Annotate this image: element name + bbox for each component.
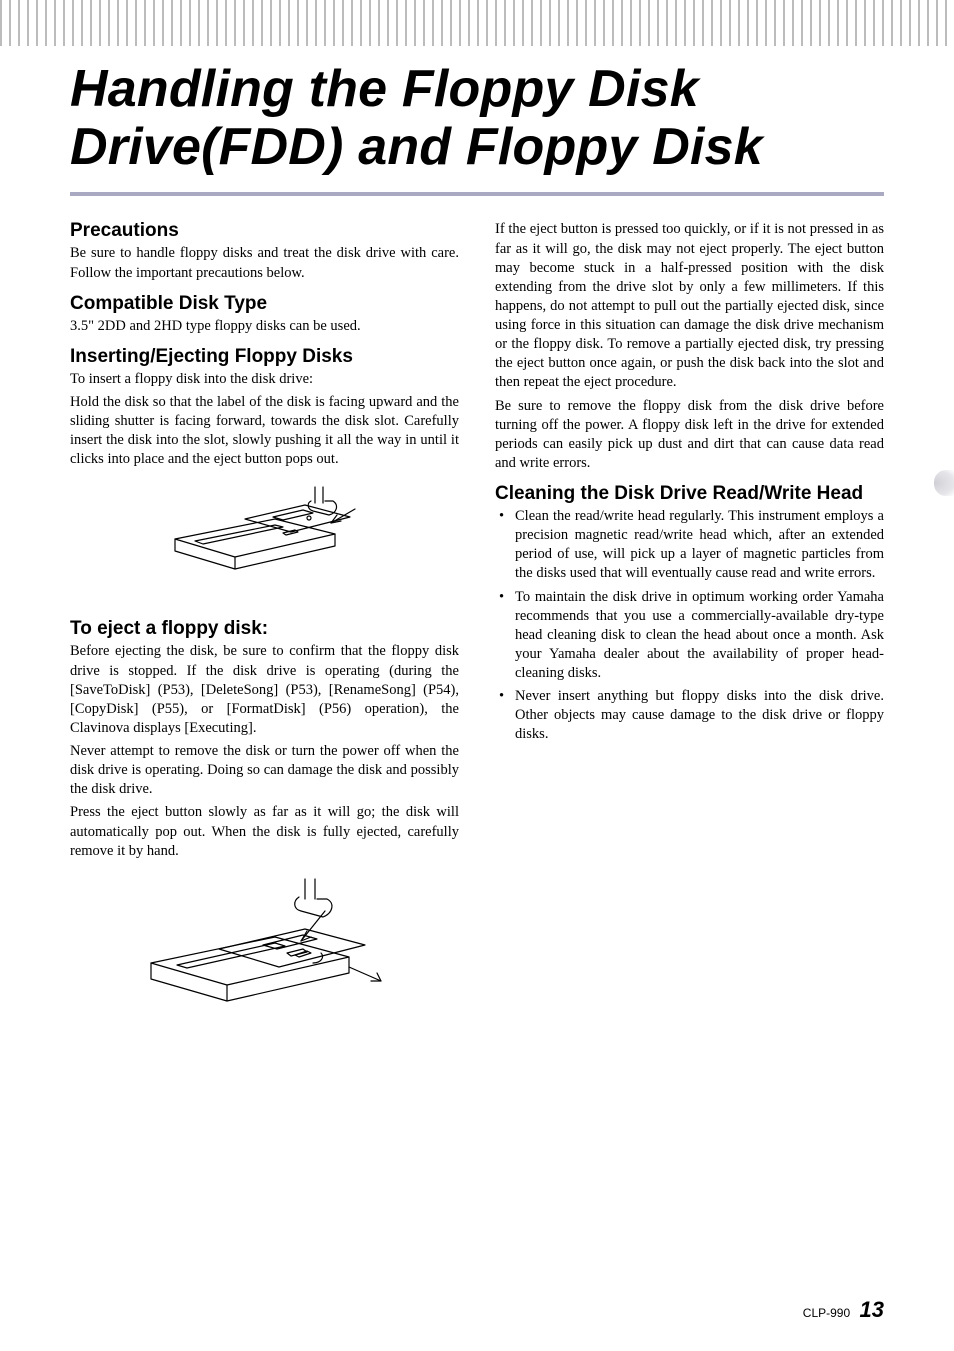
- model-label: CLP-990: [803, 1306, 850, 1320]
- text-cont-2: Be sure to remove the floppy disk from t…: [495, 397, 884, 474]
- page-title: Handling the Floppy Disk Drive(FDD) and …: [70, 60, 884, 176]
- list-item: Never insert anything but floppy disks i…: [495, 687, 884, 744]
- page-number: 13: [860, 1297, 884, 1322]
- text-eject-2: Never attempt to remove the disk or turn…: [70, 742, 459, 799]
- heading-compatible: Compatible Disk Type: [70, 293, 459, 315]
- text-cont-1: If the eject button is pressed too quick…: [495, 220, 884, 392]
- text-precautions: Be sure to handle floppy disks and treat…: [70, 244, 459, 282]
- floppy-drive-icon: [155, 479, 375, 599]
- cleaning-list: Clean the read/write head regularly. Thi…: [495, 507, 884, 745]
- text-inserting-2: Hold the disk so that the label of the d…: [70, 393, 459, 470]
- figure-insert: [70, 479, 459, 604]
- text-eject-1: Before ejecting the disk, be sure to con…: [70, 642, 459, 738]
- page-thumb-tab: [934, 470, 954, 496]
- heading-eject: To eject a floppy disk:: [70, 618, 459, 640]
- left-column: Precautions Be sure to handle floppy dis…: [70, 220, 459, 1059]
- figure-eject: [70, 871, 459, 1046]
- text-compatible: 3.5" 2DD and 2HD type floppy disks can b…: [70, 317, 459, 336]
- heading-cleaning: Cleaning the Disk Drive Read/Write Head: [495, 483, 884, 505]
- heading-inserting: Inserting/Ejecting Floppy Disks: [70, 346, 459, 368]
- page-footer: CLP-990 13: [803, 1297, 884, 1323]
- header-pattern: [0, 0, 954, 46]
- text-inserting-1: To insert a floppy disk into the disk dr…: [70, 370, 459, 389]
- floppy-eject-icon: [135, 871, 395, 1041]
- heading-precautions: Precautions: [70, 220, 459, 242]
- text-eject-3: Press the eject button slowly as far as …: [70, 803, 459, 860]
- right-column: If the eject button is pressed too quick…: [495, 220, 884, 1059]
- list-item: To maintain the disk drive in optimum wo…: [495, 588, 884, 684]
- content-columns: Precautions Be sure to handle floppy dis…: [0, 196, 954, 1059]
- list-item: Clean the read/write head regularly. Thi…: [495, 507, 884, 584]
